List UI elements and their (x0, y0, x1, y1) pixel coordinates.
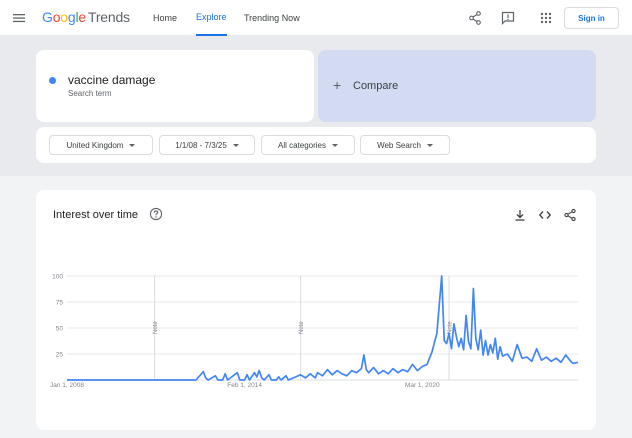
y-tick-label: 25 (56, 352, 64, 359)
x-tick-label: Jan 1, 2008 (50, 382, 84, 389)
note-label: Note (299, 321, 305, 334)
note-label: Note (153, 321, 159, 334)
x-tick-label: Mar 1, 2020 (405, 382, 440, 389)
x-tick-label: Feb 1, 2014 (227, 382, 262, 389)
y-tick-label: 75 (56, 300, 64, 307)
interest-line-chart: 100755025Note Note NoteJan 1, 2008 Feb 1, 2… (50, 274, 579, 389)
y-tick-label: 50 (56, 326, 64, 333)
y-tick-label: 100 (52, 274, 63, 281)
